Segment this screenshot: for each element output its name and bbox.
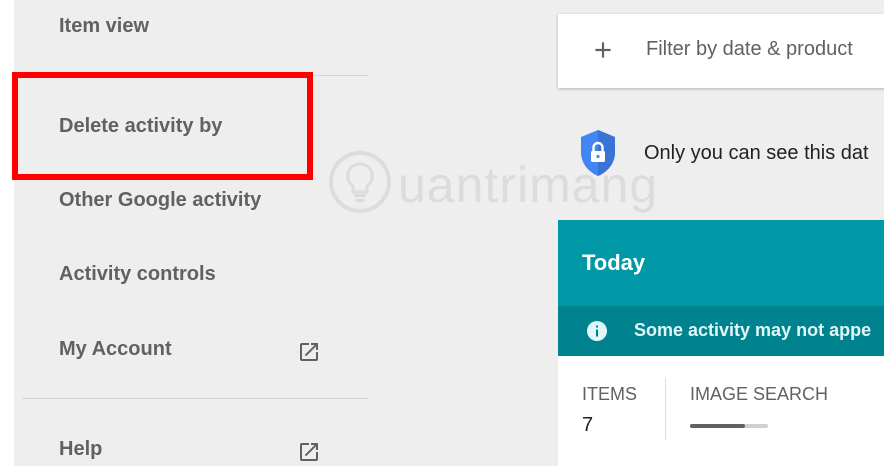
- sidebar-item-other-google-activity[interactable]: Other Google activity: [59, 189, 261, 212]
- activity-notice-text: Some activity may not appe: [634, 320, 872, 340]
- stats-row: ITEMS 7 IMAGE SEARCH: [558, 356, 884, 470]
- add-icon[interactable]: [590, 37, 616, 63]
- sidebar-item-my-account[interactable]: My Account: [59, 338, 172, 361]
- today-title: Today: [582, 250, 646, 275]
- sidebar-item-item-view[interactable]: Item view: [59, 15, 149, 38]
- stat-divider: [665, 378, 666, 440]
- sidebar-item-help[interactable]: Help: [59, 438, 102, 461]
- today-header: Today: [558, 220, 884, 306]
- stat-value-items: 7: [582, 414, 594, 436]
- open-in-new-icon[interactable]: [297, 440, 321, 464]
- sidebar-divider: [22, 398, 368, 399]
- image-search-bar-fill: [690, 424, 746, 428]
- highlight-box: [12, 72, 313, 180]
- main-content: Filter by date & product Only you can se…: [555, 0, 884, 470]
- privacy-notice: Only you can see this dat: [644, 142, 869, 164]
- filter-card[interactable]: Filter by date & product: [558, 14, 884, 88]
- filter-by-date-product-label[interactable]: Filter by date & product: [646, 38, 853, 61]
- shield-lock-icon: [581, 130, 615, 176]
- stat-label-items: ITEMS: [582, 384, 638, 404]
- open-in-new-icon[interactable]: [297, 340, 321, 364]
- sidebar-item-activity-controls[interactable]: Activity controls: [59, 263, 216, 286]
- sidebar: Item view Delete activity by Other Googl…: [14, 0, 555, 466]
- today-card: Today Some activity may not appe ITEMS 7…: [558, 220, 884, 470]
- image-search-bar-track: [690, 424, 768, 428]
- activity-notice-bar: Some activity may not appe: [558, 306, 884, 356]
- info-icon: [587, 321, 607, 341]
- stat-label-image-search[interactable]: IMAGE SEARCH: [690, 384, 828, 405]
